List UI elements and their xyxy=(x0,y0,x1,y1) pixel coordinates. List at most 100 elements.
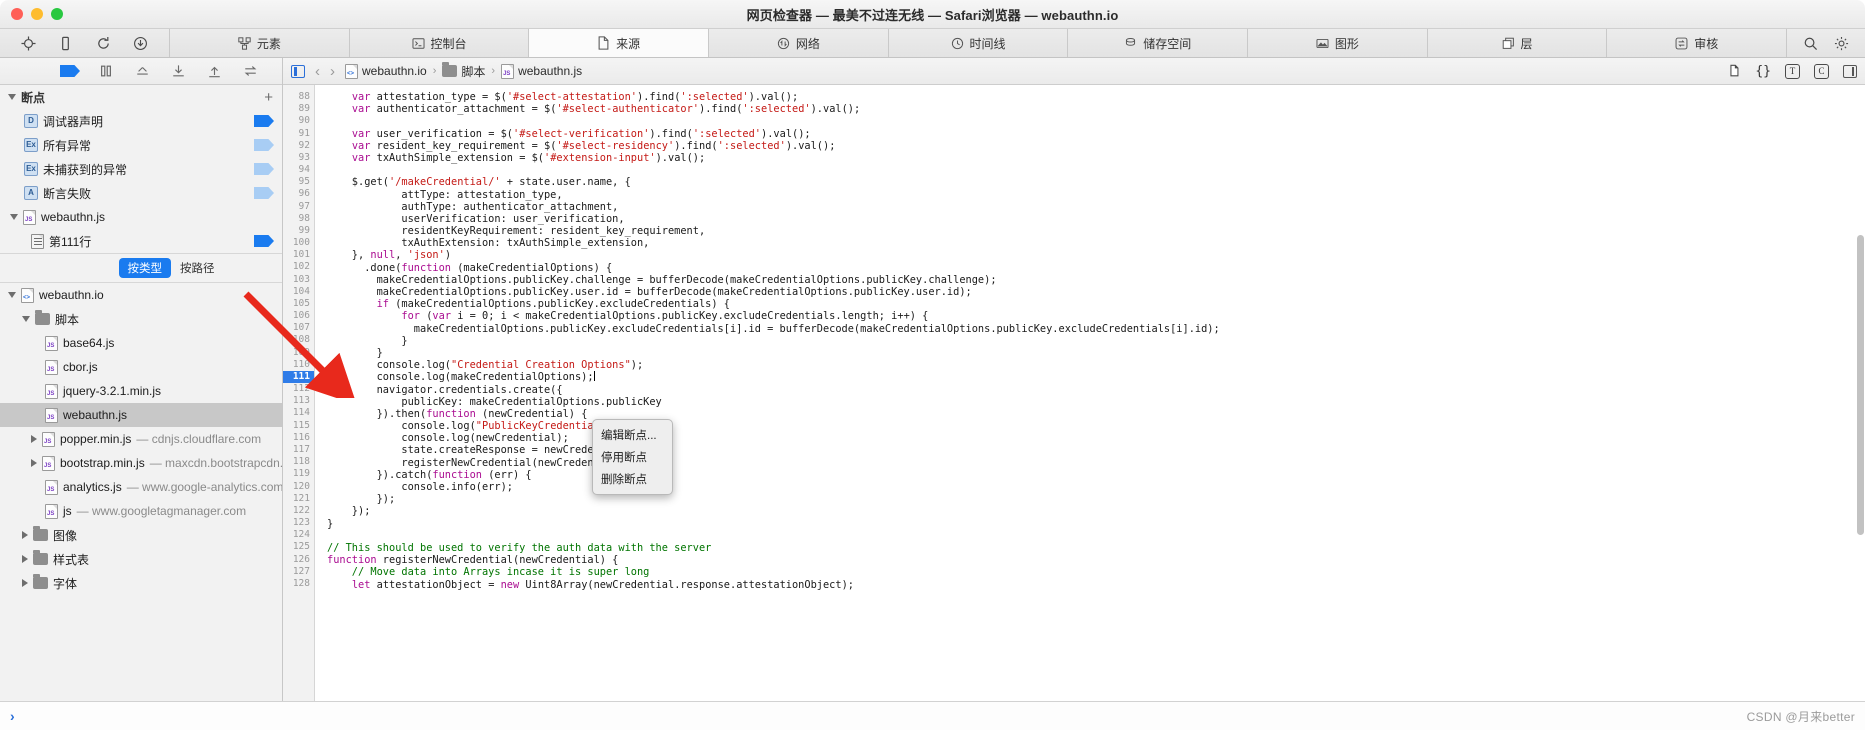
code-line[interactable]: if (makeCredentialOptions.publicKey.excl… xyxy=(327,298,1865,310)
search-icon[interactable] xyxy=(1800,32,1822,54)
line-number[interactable]: 118 xyxy=(283,456,314,468)
tab-audit[interactable]: 审核 xyxy=(1607,29,1788,57)
line-number[interactable]: 108 xyxy=(283,334,314,346)
download-icon[interactable] xyxy=(129,32,151,54)
code-line[interactable]: authType: authenticator_attachment, xyxy=(327,201,1865,213)
line-number[interactable]: 107 xyxy=(283,322,314,334)
line-number[interactable]: 94 xyxy=(283,164,314,176)
line-number[interactable]: 106 xyxy=(283,310,314,322)
line-number[interactable]: 101 xyxy=(283,249,314,261)
code-line[interactable] xyxy=(327,530,1865,542)
breadcrumb-item-webauthn-js[interactable]: JS webauthn.js xyxy=(501,63,582,79)
code-line[interactable]: } xyxy=(327,347,1865,359)
chevron-down-icon[interactable] xyxy=(8,292,16,298)
line-number[interactable]: 99 xyxy=(283,225,314,237)
line-number[interactable]: 122 xyxy=(283,505,314,517)
console-prompt-bar[interactable]: › CSDN @月来better xyxy=(0,701,1865,730)
pretty-print-icon[interactable]: {} xyxy=(1755,64,1771,79)
code-line[interactable]: }); xyxy=(327,505,1865,517)
code-line[interactable]: } xyxy=(327,335,1865,347)
line-number[interactable]: 124 xyxy=(283,529,314,541)
code-line[interactable]: } xyxy=(327,518,1865,530)
chevron-right-icon[interactable] xyxy=(22,579,28,587)
line-number[interactable]: 102 xyxy=(283,261,314,273)
code-line[interactable]: let attestationObject = new Uint8Array(n… xyxy=(327,579,1865,591)
code-line[interactable]: for (var i = 0; i < makeCredentialOption… xyxy=(327,310,1865,322)
line-number-gutter[interactable]: 88 89 90 91 92 93 94 95 96 97 98 99 100 101 102 103 104 1… xyxy=(283,85,315,730)
line-number[interactable]: 125 xyxy=(283,541,314,553)
code-line[interactable]: }).then(function (newCredential) { xyxy=(327,408,1865,420)
line-number[interactable]: 113 xyxy=(283,395,314,407)
code-line[interactable]: .done(function (makeCredentialOptions) { xyxy=(327,262,1865,274)
breakpoint-flag-icon[interactable] xyxy=(254,139,274,151)
code-line[interactable]: navigator.credentials.create({ xyxy=(327,384,1865,396)
add-breakpoint-button[interactable]: + xyxy=(264,89,273,106)
code-line[interactable]: function registerNewCredential(newCreden… xyxy=(327,554,1865,566)
breakpoint-flag-icon[interactable] xyxy=(254,187,274,199)
line-number[interactable]: 109 xyxy=(283,347,314,359)
chevron-right-icon[interactable] xyxy=(31,459,37,467)
code-line[interactable]: publicKey: makeCredentialOptions.publicK… xyxy=(327,396,1865,408)
line-number[interactable]: 127 xyxy=(283,566,314,578)
code-line[interactable]: console.info(err); xyxy=(327,481,1865,493)
breakpoint-flag-icon[interactable] xyxy=(254,235,274,247)
code-line[interactable]: }); xyxy=(327,493,1865,505)
resource-group-scripts[interactable]: 脚本 xyxy=(0,307,282,331)
breakpoint-flag-icon[interactable] xyxy=(254,163,274,175)
code-line[interactable]: var txAuthSimple_extension = $('#extensi… xyxy=(327,152,1865,164)
step-over-icon[interactable] xyxy=(132,62,152,80)
resource-item-analytics-js[interactable]: JS analytics.js — www.google-analytics.c… xyxy=(0,475,282,499)
resource-item-popper-min-js[interactable]: JS popper.min.js — cdnjs.cloudflare.com xyxy=(0,427,282,451)
code-line[interactable]: var resident_key_requirement = $('#selec… xyxy=(327,140,1865,152)
group-by-type-button[interactable]: 按类型 xyxy=(118,258,171,278)
line-number[interactable]: 120 xyxy=(283,481,314,493)
code-line[interactable] xyxy=(327,164,1865,176)
code-text[interactable]: var attestation_type = $('#select-attest… xyxy=(315,85,1865,730)
chevron-down-icon[interactable] xyxy=(10,214,18,220)
line-number[interactable]: 105 xyxy=(283,298,314,310)
line-number[interactable]: 100 xyxy=(283,237,314,249)
breakpoints-toggle-icon[interactable] xyxy=(60,62,80,80)
code-line[interactable]: makeCredentialOptions.publicKey.challeng… xyxy=(327,274,1865,286)
pause-icon[interactable] xyxy=(96,62,116,80)
line-number[interactable]: 119 xyxy=(283,468,314,480)
code-line[interactable]: residentKeyRequirement: resident_key_req… xyxy=(327,225,1865,237)
code-line[interactable]: }).catch(function (err) { xyxy=(327,469,1865,481)
resource-folder-fonts[interactable]: 字体 xyxy=(0,571,282,595)
line-number[interactable]: 92 xyxy=(283,140,314,152)
line-number[interactable]: 128 xyxy=(283,578,314,590)
line-number[interactable]: 97 xyxy=(283,201,314,213)
chevron-right-icon[interactable] xyxy=(22,531,28,539)
line-number[interactable]: 116 xyxy=(283,432,314,444)
tab-sources[interactable]: 来源 xyxy=(529,29,710,57)
context-menu-item-edit-breakpoint[interactable]: 编辑断点... xyxy=(593,424,672,446)
device-mode-icon[interactable] xyxy=(55,32,77,54)
resource-folder-images[interactable]: 图像 xyxy=(0,523,282,547)
line-number[interactable]: 90 xyxy=(283,115,314,127)
breakpoint-line-111[interactable]: 第111行 xyxy=(0,229,282,253)
line-number[interactable]: 96 xyxy=(283,188,314,200)
resource-root-webauthn-io[interactable]: <> webauthn.io xyxy=(0,283,282,307)
line-number[interactable]: 93 xyxy=(283,152,314,164)
resource-item-jquery-min-js[interactable]: JS jquery-3.2.1.min.js xyxy=(0,379,282,403)
left-panel-toggle-icon[interactable] xyxy=(291,64,305,78)
breakpoints-section-header[interactable]: 断点 + xyxy=(0,85,282,109)
code-line[interactable]: makeCredentialOptions.publicKey.excludeC… xyxy=(327,323,1865,335)
tab-graphics[interactable]: 图形 xyxy=(1248,29,1428,57)
line-number[interactable]: 98 xyxy=(283,213,314,225)
code-line[interactable]: console.log("PublicKeyCredential Created… xyxy=(327,420,1865,432)
line-number[interactable]: 126 xyxy=(283,554,314,566)
code-line[interactable] xyxy=(327,115,1865,127)
breakpoint-item-uncaught-exceptions[interactable]: Ex 未捕获到的异常 xyxy=(0,157,282,181)
line-number[interactable]: 110 xyxy=(283,359,314,371)
context-menu-item-delete-breakpoint[interactable]: 删除断点 xyxy=(593,468,672,490)
context-menu-item-disable-breakpoint[interactable]: 停用断点 xyxy=(593,446,672,468)
code-line[interactable]: makeCredentialOptions.publicKey.user.id … xyxy=(327,286,1865,298)
line-number[interactable]: 89 xyxy=(283,103,314,115)
resource-item-webauthn-js[interactable]: JS webauthn.js xyxy=(0,403,282,427)
line-number[interactable]: 117 xyxy=(283,444,314,456)
line-number[interactable]: 115 xyxy=(283,420,314,432)
resource-item-base64-js[interactable]: JS base64.js xyxy=(0,331,282,355)
line-number[interactable]: 123 xyxy=(283,517,314,529)
line-number[interactable]: 121 xyxy=(283,493,314,505)
